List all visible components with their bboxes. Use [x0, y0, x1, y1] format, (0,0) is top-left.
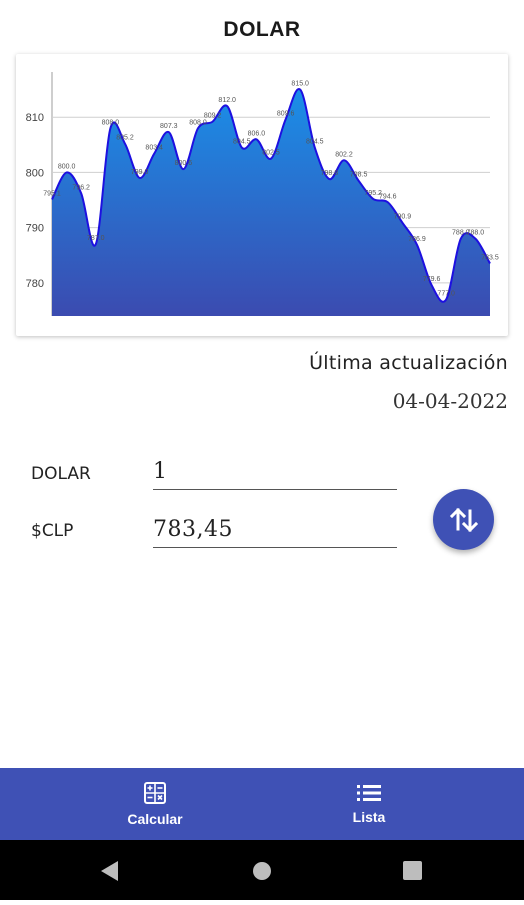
system-nav-buttons	[101, 861, 422, 881]
data-point-label: 786.9	[408, 236, 426, 243]
data-point-label: 809.6	[277, 110, 295, 117]
data-point-label: 798.8	[321, 170, 339, 177]
nav-item-lista[interactable]: Lista	[238, 768, 500, 840]
data-point-label: 800.0	[58, 163, 76, 170]
data-point-label: 806.0	[248, 130, 266, 137]
data-point-label: 805.2	[116, 135, 134, 142]
back-icon[interactable]	[101, 861, 118, 881]
calculator-icon	[144, 782, 166, 804]
swap-vertical-icon	[449, 507, 478, 532]
nav-item-label: Lista	[352, 809, 386, 825]
data-point-label: 788.0	[467, 230, 485, 237]
data-point-label: 777.0	[437, 290, 455, 297]
data-point-label: 779.6	[423, 276, 441, 283]
home-icon[interactable]	[253, 862, 271, 880]
data-point-label: 808.0	[189, 119, 207, 126]
recents-icon[interactable]	[403, 861, 422, 880]
page-title: DOLAR	[223, 18, 301, 41]
data-point-label: 783.5	[481, 255, 499, 262]
last-update-label: Última actualización	[309, 352, 508, 374]
data-point-label: 795.1	[43, 190, 61, 197]
data-point-label: 796.2	[72, 184, 90, 191]
data-point-label: 800.6	[175, 160, 193, 167]
from-currency-label: DOLAR	[31, 464, 91, 484]
bottom-navigation: Calcular Lista	[0, 768, 524, 840]
data-point-label: 815.0	[291, 81, 309, 88]
exchange-rate-chart: 810 800 790 780 795.1 800.0 796.2 787.0 808.0 80…	[16, 54, 508, 336]
y-tick-label: 780	[26, 278, 44, 290]
data-point-label: 802.5	[262, 150, 280, 157]
data-point-label: 802.2	[335, 151, 353, 158]
data-point-label: 794.6	[379, 193, 397, 200]
data-point-label: 807.3	[160, 123, 178, 130]
swap-currency-button[interactable]	[433, 489, 494, 550]
to-currency-label: $CLP	[31, 521, 74, 541]
data-point-label: 809.2	[204, 113, 222, 120]
data-point-label: 790.9	[394, 214, 412, 221]
data-point-label: 798.5	[350, 172, 368, 179]
to-amount-input[interactable]: 783,45	[153, 513, 397, 548]
from-amount-input[interactable]: 1	[153, 455, 397, 490]
y-tick-label: 790	[26, 223, 44, 235]
data-point-label: 804.5	[306, 139, 324, 146]
chart-svg: 810800790780 795.1800.0796.2787.0808.080…	[26, 72, 499, 316]
y-tick-label: 800	[26, 167, 44, 179]
data-point-label: 812.0	[218, 97, 236, 104]
data-point-label: 803.4	[145, 145, 163, 152]
data-point-label: 808.0	[102, 119, 120, 126]
system-navigation-bar	[0, 840, 524, 900]
y-tick-label: 810	[26, 112, 44, 124]
nav-item-label: Calcular	[127, 811, 183, 827]
data-point-label: 804.5	[233, 139, 251, 146]
data-point-label: 787.0	[87, 235, 105, 242]
last-update-date: 04-04-2022	[392, 389, 508, 413]
list-icon	[357, 785, 381, 801]
data-point-label: 799.0	[131, 169, 149, 176]
